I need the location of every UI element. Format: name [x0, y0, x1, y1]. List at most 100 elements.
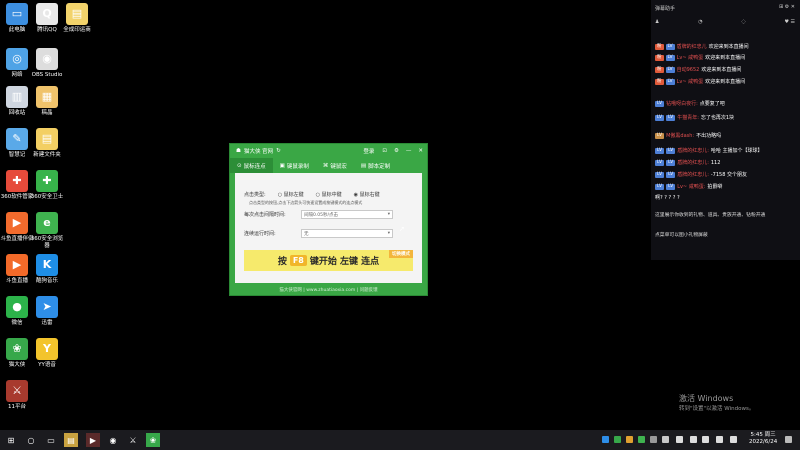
desktop-icon-label: 斗鱼直播伴侣	[0, 236, 34, 242]
desktop-icon[interactable]: ▤ 全成印运商	[60, 3, 94, 34]
desktop-icon[interactable]: Q 腾讯QQ	[30, 3, 64, 34]
chat-username[interactable]: 盾牌的红忠儿:	[677, 159, 709, 166]
tray-app-icon[interactable]	[626, 436, 633, 443]
task-view-icon[interactable]: ▭	[44, 433, 58, 447]
desktop-icon-label: 全成印运商	[63, 27, 91, 33]
desktop-icon[interactable]: ◎ 网络	[0, 48, 34, 79]
close-button[interactable]: ✕	[418, 148, 423, 154]
start-click-button[interactable]: 按 F8 键开始 左键 连点 切换模式	[244, 250, 413, 271]
desktop-icon-label: 斗鱼直播	[5, 278, 28, 284]
interval-select[interactable]: 间隔0.05秒/点击 ▾	[301, 210, 393, 219]
chat-username[interactable]: 牛猫青年:	[677, 114, 699, 121]
taskbar-app-obs[interactable]: ◉	[106, 433, 120, 447]
chat-text: 忘了也再次1块	[700, 115, 735, 121]
app-footer[interactable]: 猫大侠官网 | www.zhuatiaoxia.com | 问题反馈	[230, 287, 427, 293]
chat-username[interactable]: Lv~ 咸鸭蛋	[677, 78, 704, 85]
chat-username[interactable]: 盾牌的红忠儿:	[677, 147, 709, 154]
refresh-icon[interactable]: ↻	[276, 148, 281, 154]
chat-header-icons[interactable]: ⊞ ⚙ ✕	[779, 4, 795, 10]
desktop-icon[interactable]: ▥ 回收站	[0, 86, 34, 117]
login-link[interactable]: 登录	[363, 147, 374, 155]
search-icon[interactable]: ○	[24, 433, 38, 447]
desktop-icon[interactable]: e 360安全浏览器	[30, 212, 64, 249]
desktop-icon[interactable]: ▤ 新建文件夹	[30, 128, 64, 159]
app-title: 猫大侠 官网	[243, 149, 274, 155]
switch-mode-tag[interactable]: 切换模式	[389, 250, 413, 258]
desktop-icon[interactable]: ● 微信	[0, 296, 34, 327]
desktop-icon[interactable]: ▭ 此电脑	[0, 3, 34, 34]
chat-message: LV LV 盾牌的红忠儿: 112	[655, 159, 720, 166]
volume-icon[interactable]	[702, 436, 709, 443]
chat-username[interactable]: 钻哦呀白夜行:	[666, 100, 698, 107]
tab-script[interactable]: ▤ 脚本定制	[354, 158, 397, 173]
tab-record[interactable]: ▣ 键鼠录制	[273, 158, 316, 173]
radio-middle[interactable]: ○ 鼠标中键	[316, 191, 342, 198]
taskbar-app-douyu[interactable]: ▶	[86, 433, 100, 447]
taskbar-app-cat[interactable]: ❀	[146, 433, 160, 447]
taskbar-app-files[interactable]: ▤	[64, 433, 78, 447]
chat-message: LV LV 盾牌的红忠儿: 哈哈 主播加个【球球】	[655, 147, 762, 154]
desktop-icon[interactable]: ▦ 稿晶	[30, 86, 64, 117]
settings-icon[interactable]: ⚙	[394, 148, 399, 154]
click-settings-panel: 点击类型: ○ 鼠标左键 ○ 鼠标中键 ◉ 鼠标右键 点击类型的按钮,点击下边箭…	[235, 173, 422, 283]
desktop-icon-label: 11平台	[8, 404, 26, 410]
desktop-icon[interactable]: ✚ 360安全卫士	[30, 170, 64, 201]
user-badge: LV	[665, 54, 675, 61]
radio-right[interactable]: ◉ 鼠标右键	[354, 191, 380, 198]
chat-username[interactable]: Lv~ 咸鸭蛋	[677, 54, 704, 61]
desktop-icon[interactable]: ✚ 360软件管家	[0, 170, 34, 201]
radio-left[interactable]: ○ 鼠标左键	[278, 191, 304, 198]
chevron-down-icon: ▾	[387, 212, 390, 217]
tray-wechat-icon[interactable]	[614, 436, 621, 443]
chat-username[interactable]: M傲黑dash:	[666, 132, 694, 139]
ime-icon[interactable]	[716, 436, 723, 443]
tray-360-icon[interactable]	[638, 436, 645, 443]
chat-username[interactable]: 盾牌的红忠儿:	[677, 171, 709, 178]
chat-toolbar[interactable]: ♟ ◔ ◌ ♥ ☰	[655, 19, 795, 25]
tab-mouse-click[interactable]: ⊙ 鼠标连点	[230, 158, 273, 173]
keyboard-icon[interactable]	[730, 436, 737, 443]
user-badge: LV	[665, 78, 675, 85]
app-tabs: ⊙ 鼠标连点 ▣ 键鼠录制 ⌘ 键鼠宏 ▤ 脚本定制	[230, 158, 427, 173]
chat-text: -7158 交个朋友	[710, 172, 747, 178]
macro-icon: ⌘	[322, 162, 329, 169]
clock[interactable]: 5:45 周三 2022/6/24	[749, 432, 777, 447]
mic-icon[interactable]	[676, 436, 683, 443]
tray-bluetooth-icon[interactable]	[602, 436, 609, 443]
desktop-icon-label: 360安全浏览器	[30, 236, 64, 249]
desktop-icon[interactable]: ▶ 斗鱼直播伴侣	[0, 212, 34, 243]
chat-username[interactable]: 盾牌的红忠儿	[677, 43, 707, 50]
user-badge: 粉	[655, 78, 664, 85]
click-type-row: 点击类型: ○ 鼠标左键 ○ 鼠标中键 ◉ 鼠标右键	[244, 191, 380, 198]
chat-text: 点要复了吧	[699, 101, 725, 107]
app-icon: ▭	[6, 3, 28, 25]
taskbar-app-game[interactable]: ⚔	[126, 433, 140, 447]
danmaku-chat-panel: 弹幕助手 ⊞ ⚙ ✕ ♟ ◔ ◌ ♥ ☰ 粉 LV 盾牌的红忠儿 欢迎来到本直播间粉 LV Lv…	[651, 0, 800, 260]
tray-app3-icon[interactable]	[662, 436, 669, 443]
chat-message: LV 钻哦呀白夜行: 点要复了吧	[655, 100, 725, 107]
user-badge: LV	[655, 100, 665, 107]
desktop-icon[interactable]: ❀ 猫大侠	[0, 338, 34, 369]
feedback-icon[interactable]: ⊡	[382, 148, 387, 154]
desktop-icon[interactable]: Y YY语音	[30, 338, 64, 369]
chat-text: 不出功略吗	[696, 133, 722, 139]
tab-macro[interactable]: ⌘ 键鼠宏	[316, 158, 354, 173]
chat-username[interactable]: 自动9652	[677, 66, 700, 73]
network-icon[interactable]	[690, 436, 697, 443]
minimize-button[interactable]: —	[406, 148, 412, 154]
desktop-icon[interactable]: ◉ OBS Studio	[30, 48, 64, 79]
tray-app2-icon[interactable]	[650, 436, 657, 443]
app-icon: ▤	[66, 3, 88, 25]
taskbar: ⊞ ○ ▭ ▤ ▶ ◉ ⚔ ❀ 5:45 周三 2022/6/24	[0, 430, 800, 450]
notification-icon[interactable]	[785, 436, 792, 443]
desktop-icon[interactable]: ✎ 智慧记	[0, 128, 34, 159]
start-button[interactable]: ⊞	[4, 433, 18, 447]
app-icon: ▥	[6, 86, 28, 108]
run-time-select[interactable]: 无 ▾	[301, 229, 393, 238]
chat-username[interactable]: Lv~ 咸鸭蛋:	[677, 183, 705, 190]
chat-message: 粉 LV Lv~ 咸鸭蛋 欢迎来到本直播间	[655, 54, 745, 61]
desktop-icon[interactable]: ▶ 斗鱼直播	[0, 254, 34, 285]
desktop-icon[interactable]: ⚔ 11平台	[0, 380, 34, 411]
desktop-icon[interactable]: ➤ 迅雷	[30, 296, 64, 327]
desktop-icon[interactable]: K 酷狗音乐	[30, 254, 64, 285]
